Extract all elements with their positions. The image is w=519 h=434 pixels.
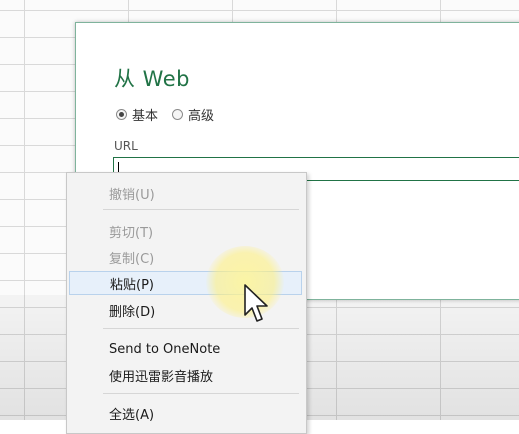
menu-item-xunlei-player[interactable]: 使用迅雷影音播放 [69,363,302,387]
radio-basic[interactable]: 基本 [116,105,158,124]
radio-advanced[interactable]: 高级 [172,105,214,124]
radio-advanced-dot-icon[interactable] [172,109,184,120]
menu-item-select-all[interactable]: 全选(A) [69,401,302,425]
menu-separator [103,209,299,210]
radio-basic-label: 基本 [132,109,159,124]
menu-item-send-to-onenote[interactable]: Send to OneNote [69,337,302,361]
menu-separator [103,328,299,329]
arrow-cursor-icon [244,284,268,322]
url-label: URL [114,139,138,153]
menu-separator [103,393,299,394]
radio-basic-dot-icon[interactable] [116,109,127,120]
menu-item-copy[interactable]: 复制(C) [69,245,302,269]
menu-item-cut[interactable]: 剪切(T) [69,219,302,243]
mode-radio-group: 基本 高级 [116,105,214,124]
menu-item-undo[interactable]: 撤销(U) [69,181,302,205]
dialog-title: 从 Web [114,67,190,91]
radio-advanced-label: 高级 [188,109,215,124]
